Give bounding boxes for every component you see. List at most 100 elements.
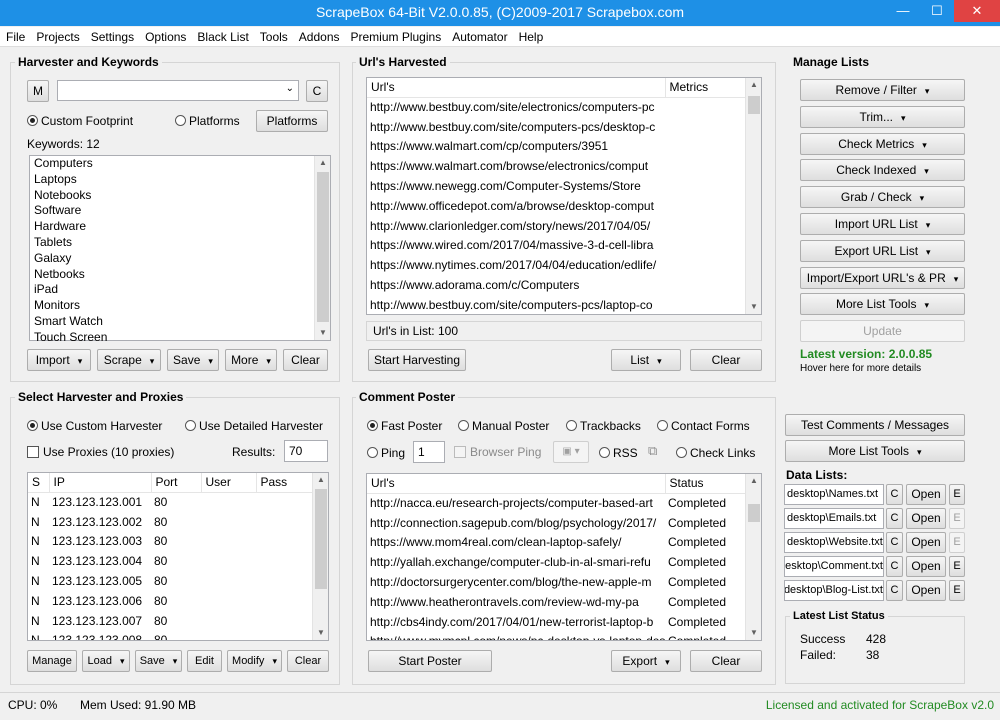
scroll-down-icon[interactable]: ▼: [746, 300, 761, 314]
table-row[interactable]: http://www.mymcpl.com/news/pc-desktop-vs…: [367, 632, 747, 640]
port-cell[interactable]: 80: [151, 631, 201, 640]
table-row[interactable]: http://doctorsurgerycenter.com/blog/the-…: [367, 572, 747, 592]
url-cell[interactable]: http://www.officedepot.com/a/browse/desk…: [367, 196, 665, 216]
list-item[interactable]: Touch Screen: [30, 330, 330, 346]
url-cell[interactable]: http://yallah.exchange/computer-club-in-…: [367, 552, 665, 572]
url-cell[interactable]: https://www.newegg.com/Computer-Systems/…: [367, 176, 665, 196]
url-cell[interactable]: http://www.mymcpl.com/news/pc-desktop-vs…: [367, 632, 665, 640]
ip-cell[interactable]: 123.123.123.001: [49, 492, 151, 512]
footprint-combo[interactable]: ⌄: [57, 80, 299, 101]
metrics-cell[interactable]: [665, 137, 747, 157]
checkbox-icon[interactable]: [27, 446, 39, 458]
manage-button-check-indexed[interactable]: Check Indexed: [800, 159, 965, 182]
status-cell[interactable]: N: [28, 591, 49, 611]
metrics-cell[interactable]: [665, 117, 747, 137]
scroll-down-icon[interactable]: ▼: [315, 326, 330, 340]
list-item[interactable]: Notebooks: [30, 188, 330, 204]
clear-keywords-button[interactable]: Clear: [283, 349, 328, 371]
data-list-open-button[interactable]: Open: [906, 580, 946, 601]
url-cell[interactable]: http://www.clarionledger.com/story/news/…: [367, 216, 665, 236]
metrics-cell[interactable]: [665, 255, 747, 275]
url-cell[interactable]: https://www.mom4real.com/clean-laptop-sa…: [367, 533, 665, 553]
metrics-cell[interactable]: [665, 176, 747, 196]
data-list-clear-button[interactable]: C: [886, 484, 903, 505]
column-header-ip[interactable]: IP: [49, 473, 152, 493]
manage-button-grab-check[interactable]: Grab / Check: [800, 186, 965, 209]
metrics-cell[interactable]: [665, 156, 747, 176]
list-button[interactable]: List: [611, 349, 681, 371]
port-cell[interactable]: 80: [151, 551, 201, 571]
fast-poster-radio[interactable]: Fast Poster: [367, 419, 442, 433]
list-item[interactable]: Netbooks: [30, 267, 330, 283]
data-list-clear-button[interactable]: C: [886, 508, 903, 529]
list-item[interactable]: Smart Watch: [30, 314, 330, 330]
data-list-clear-button[interactable]: C: [886, 580, 903, 601]
data-list-clear-button[interactable]: C: [886, 556, 903, 577]
metrics-cell[interactable]: [665, 236, 747, 256]
clear-comment-button[interactable]: Clear: [690, 650, 762, 672]
manage-proxies-button[interactable]: Manage: [27, 650, 77, 672]
radio-icon[interactable]: [676, 447, 687, 458]
keywords-list[interactable]: Computers Laptops Notebooks Software Har…: [29, 155, 331, 344]
data-list-edit-button[interactable]: E: [949, 580, 965, 601]
menu-black-list[interactable]: Black List: [191, 27, 253, 44]
data-list-file-input[interactable]: desktop\Blog-List.txt: [784, 580, 884, 601]
list-item[interactable]: Monitors: [30, 298, 330, 314]
contact-forms-radio[interactable]: Contact Forms: [657, 419, 750, 433]
chevron-down-icon[interactable]: ⌄: [286, 83, 294, 94]
list-item[interactable]: iPad: [30, 282, 330, 298]
minimize-icon[interactable]: —: [886, 0, 920, 22]
c-button[interactable]: C: [306, 80, 328, 102]
hover-details[interactable]: Hover here for more details: [800, 363, 921, 374]
urls-table[interactable]: Url's Metrics http://www.bestbuy.com/site…: [366, 77, 762, 315]
url-cell[interactable]: http://www.bestbuy.com/site/electronics/…: [367, 97, 665, 117]
table-row[interactable]: https://www.mom4real.com/clean-laptop-sa…: [367, 533, 747, 553]
scroll-thumb[interactable]: [315, 489, 327, 589]
table-row[interactable]: http://nacca.eu/research-projects/comput…: [367, 493, 747, 513]
radio-icon[interactable]: [599, 447, 610, 458]
port-cell[interactable]: 80: [151, 611, 201, 631]
status-cell[interactable]: N: [28, 551, 49, 571]
table-row[interactable]: http://www.bestbuy.com/site/computers-pc…: [367, 117, 747, 137]
user-cell[interactable]: [201, 512, 256, 532]
test-comments-button[interactable]: Test Comments / Messages: [785, 414, 965, 436]
table-row[interactable]: http://connection.sagepub.com/blog/psych…: [367, 513, 747, 533]
scroll-up-icon[interactable]: ▲: [746, 78, 761, 92]
menu-settings[interactable]: Settings: [85, 27, 139, 44]
scroll-thumb[interactable]: [317, 172, 329, 322]
data-list-open-button[interactable]: Open: [906, 484, 946, 505]
data-list-edit-button[interactable]: E: [949, 484, 965, 505]
radio-icon[interactable]: [367, 447, 378, 458]
pass-cell[interactable]: [256, 512, 314, 532]
edit-proxies-button[interactable]: Edit: [187, 650, 222, 672]
table-row[interactable]: https://www.adorama.com/c/Computers: [367, 275, 747, 295]
url-cell[interactable]: http://cbs4indy.com/2017/04/01/new-terro…: [367, 612, 665, 632]
port-cell[interactable]: 80: [151, 492, 201, 512]
data-list-edit-button[interactable]: E: [949, 508, 965, 529]
results-input[interactable]: 70: [284, 440, 328, 462]
radio-selected-icon[interactable]: [367, 420, 378, 431]
port-cell[interactable]: 80: [151, 512, 201, 532]
table-row[interactable]: http://cbs4indy.com/2017/04/01/new-terro…: [367, 612, 747, 632]
scroll-thumb[interactable]: [748, 504, 760, 522]
data-list-clear-button[interactable]: C: [886, 532, 903, 553]
start-harvesting-button[interactable]: Start Harvesting: [368, 349, 466, 371]
column-header-pass[interactable]: Pass: [256, 473, 315, 493]
more-list-tools-button[interactable]: More List Tools: [785, 440, 965, 462]
radio-selected-icon[interactable]: [27, 420, 38, 431]
table-row[interactable]: N 123.123.123.004 80: [28, 551, 314, 571]
custom-harvester-radio[interactable]: Use Custom Harvester: [27, 419, 162, 433]
list-item[interactable]: Tablets: [30, 235, 330, 251]
link-icon[interactable]: ⧉: [648, 443, 657, 459]
clear-proxies-button[interactable]: Clear: [287, 650, 329, 672]
load-proxies-button[interactable]: Load: [82, 650, 130, 672]
save-proxies-button[interactable]: Save: [135, 650, 182, 672]
column-header-s[interactable]: S: [28, 473, 50, 493]
scrape-button[interactable]: Scrape: [97, 349, 161, 371]
table-row[interactable]: N 123.123.123.005 80: [28, 571, 314, 591]
metrics-cell[interactable]: [665, 295, 747, 314]
manage-button-check-metrics[interactable]: Check Metrics: [800, 132, 965, 155]
url-cell[interactable]: https://www.walmart.com/browse/electroni…: [367, 156, 665, 176]
status-cell[interactable]: Completed: [665, 592, 747, 612]
menu-options[interactable]: Options: [139, 27, 191, 44]
